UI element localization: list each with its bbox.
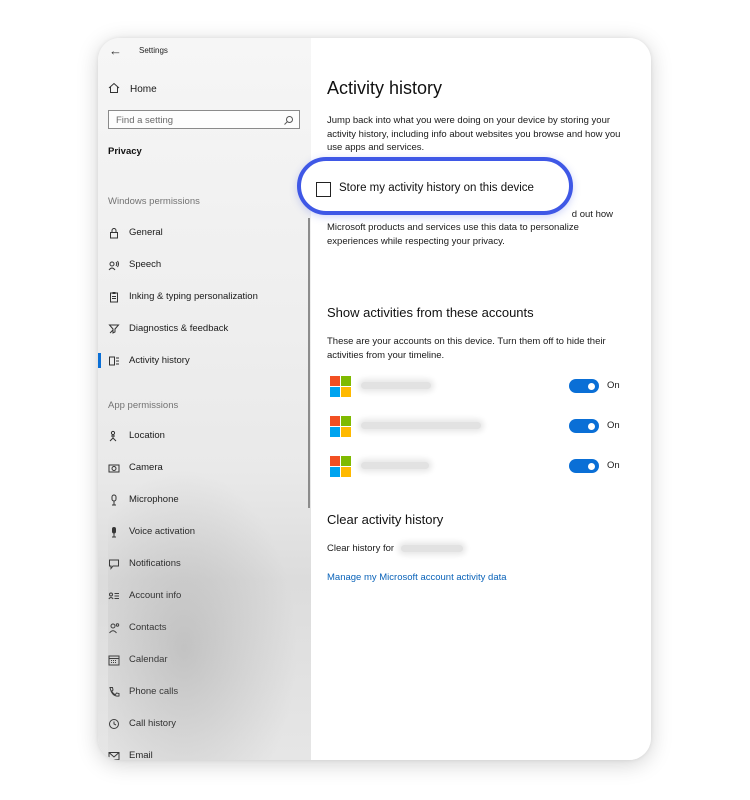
blurred-account-email: [361, 462, 429, 469]
sidebar-item-label: Account info: [129, 590, 182, 601]
sidebar-item-contacts[interactable]: Contacts: [98, 618, 311, 638]
sidebar-item-inking-typing-personalization[interactable]: Inking & typing personalization: [98, 287, 311, 307]
store-history-checkbox[interactable]: [316, 182, 331, 197]
home-label: Home: [130, 83, 157, 95]
sidebar-item-label: Email: [129, 750, 153, 760]
microsoft-logo-icon: [330, 456, 351, 477]
sidebar-item-call-history[interactable]: Call history: [98, 714, 311, 734]
sidebar-item-label: Call history: [129, 718, 176, 729]
account-toggle[interactable]: [569, 459, 599, 473]
sidebar-item-phone-calls[interactable]: Phone calls: [98, 682, 311, 702]
sidebar-item-label: Phone calls: [129, 686, 179, 697]
sidebar-item-label: Contacts: [129, 622, 167, 633]
search-icon: [283, 113, 294, 131]
sidebar-item-email[interactable]: Email: [98, 746, 311, 760]
sidebar: ← Settings Home Find a setting Privacy W…: [98, 38, 311, 760]
intro-text: Jump back into what you were doing on yo…: [327, 115, 621, 153]
sidebar-scrollbar[interactable]: [308, 218, 310, 508]
email-icon: [107, 749, 121, 760]
account-row: On: [327, 376, 627, 398]
section-title: Privacy: [108, 146, 142, 157]
clear-heading: Clear activity history: [327, 512, 444, 527]
clear-history-label: Clear history for: [327, 543, 395, 554]
microsoft-logo-icon: [330, 416, 351, 437]
toggle-state-label: On: [607, 380, 620, 391]
sidebar-item-location[interactable]: Location: [98, 426, 311, 446]
sidebar-item-label: General: [129, 227, 163, 238]
sidebar-item-label: Inking & typing personalization: [129, 291, 258, 302]
window-title: Settings: [139, 46, 168, 55]
sidebar-item-label: Calendar: [129, 654, 168, 665]
contacts-icon: [107, 621, 121, 635]
toggle-state-label: On: [607, 420, 620, 431]
blurred-account-name: [401, 545, 463, 552]
sidebar-item-label: Notifications: [129, 558, 181, 569]
accounts-description: These are your accounts on this device. …: [327, 336, 606, 361]
sidebar-item-label: Camera: [129, 462, 163, 473]
clipboard-icon: [107, 290, 121, 304]
home-link[interactable]: Home: [108, 81, 157, 97]
accounts-heading: Show activities from these accounts: [327, 305, 534, 320]
store-history-label[interactable]: Store my activity history on this device: [339, 182, 534, 194]
sidebar-item-speech[interactable]: Speech: [98, 255, 311, 275]
account-info-icon: [107, 589, 121, 603]
page-title: Activity history: [327, 78, 443, 98]
sidebar-item-label: Activity history: [129, 355, 190, 366]
title-bar: ← Settings: [98, 38, 311, 64]
toggle-state-label: On: [607, 460, 620, 471]
blurred-account-email: [361, 422, 481, 429]
manage-activity-link[interactable]: Manage my Microsoft account activity dat…: [327, 572, 507, 583]
sidebar-item-camera[interactable]: Camera: [98, 458, 311, 478]
sidebar-item-notifications[interactable]: Notifications: [98, 554, 311, 574]
phone-icon: [107, 685, 121, 699]
camera-icon: [107, 461, 121, 475]
calendar-icon: [107, 653, 121, 667]
blurred-account-email: [361, 382, 431, 389]
sidebar-item-label: Voice activation: [129, 526, 196, 537]
notifications-icon: [107, 557, 121, 571]
account-toggle[interactable]: [569, 419, 599, 433]
sidebar-item-label: Microphone: [129, 494, 179, 505]
main-content: Activity history Jump back into what you…: [311, 38, 651, 760]
speech-icon: [107, 258, 121, 272]
sidebar-item-diagnostics-feedback[interactable]: Diagnostics & feedback: [98, 319, 311, 339]
sidebar-item-calendar[interactable]: Calendar: [98, 650, 311, 670]
sidebar-item-microphone[interactable]: Microphone: [98, 490, 311, 510]
sidebar-item-label: Speech: [129, 259, 162, 270]
account-row: On: [327, 416, 627, 438]
search-input[interactable]: Find a setting: [108, 110, 300, 129]
back-arrow-icon[interactable]: ←: [109, 43, 122, 58]
sidebar-item-general[interactable]: General: [98, 223, 311, 243]
highlight-ring: Store my activity history on this device: [297, 157, 573, 215]
account-toggle[interactable]: [569, 379, 599, 393]
microphone-icon: [107, 493, 121, 507]
location-icon: [107, 429, 121, 443]
account-row: On: [327, 456, 627, 478]
activity-icon: [107, 354, 121, 368]
settings-window: ← Settings Home Find a setting Privacy W…: [98, 38, 651, 760]
sidebar-item-activity-history[interactable]: Activity history: [98, 351, 311, 371]
sidebar-item-account-info[interactable]: Account info: [98, 586, 311, 606]
search-placeholder: Find a setting: [116, 115, 174, 126]
lock-icon: [107, 226, 121, 240]
diagnostics-icon: [107, 322, 121, 336]
group-label-windows: Windows permissions: [108, 196, 200, 207]
group-label-app: App permissions: [108, 400, 179, 411]
home-icon: [108, 82, 122, 97]
voice-activation-icon: [107, 525, 121, 539]
microsoft-logo-icon: [330, 376, 351, 397]
call-history-icon: [107, 717, 121, 731]
sidebar-item-label: Location: [129, 430, 165, 441]
sidebar-item-voice-activation[interactable]: Voice activation: [98, 522, 311, 542]
microsoft-text: Microsoft products and services use this…: [327, 222, 579, 247]
sidebar-item-label: Diagnostics & feedback: [129, 323, 229, 334]
